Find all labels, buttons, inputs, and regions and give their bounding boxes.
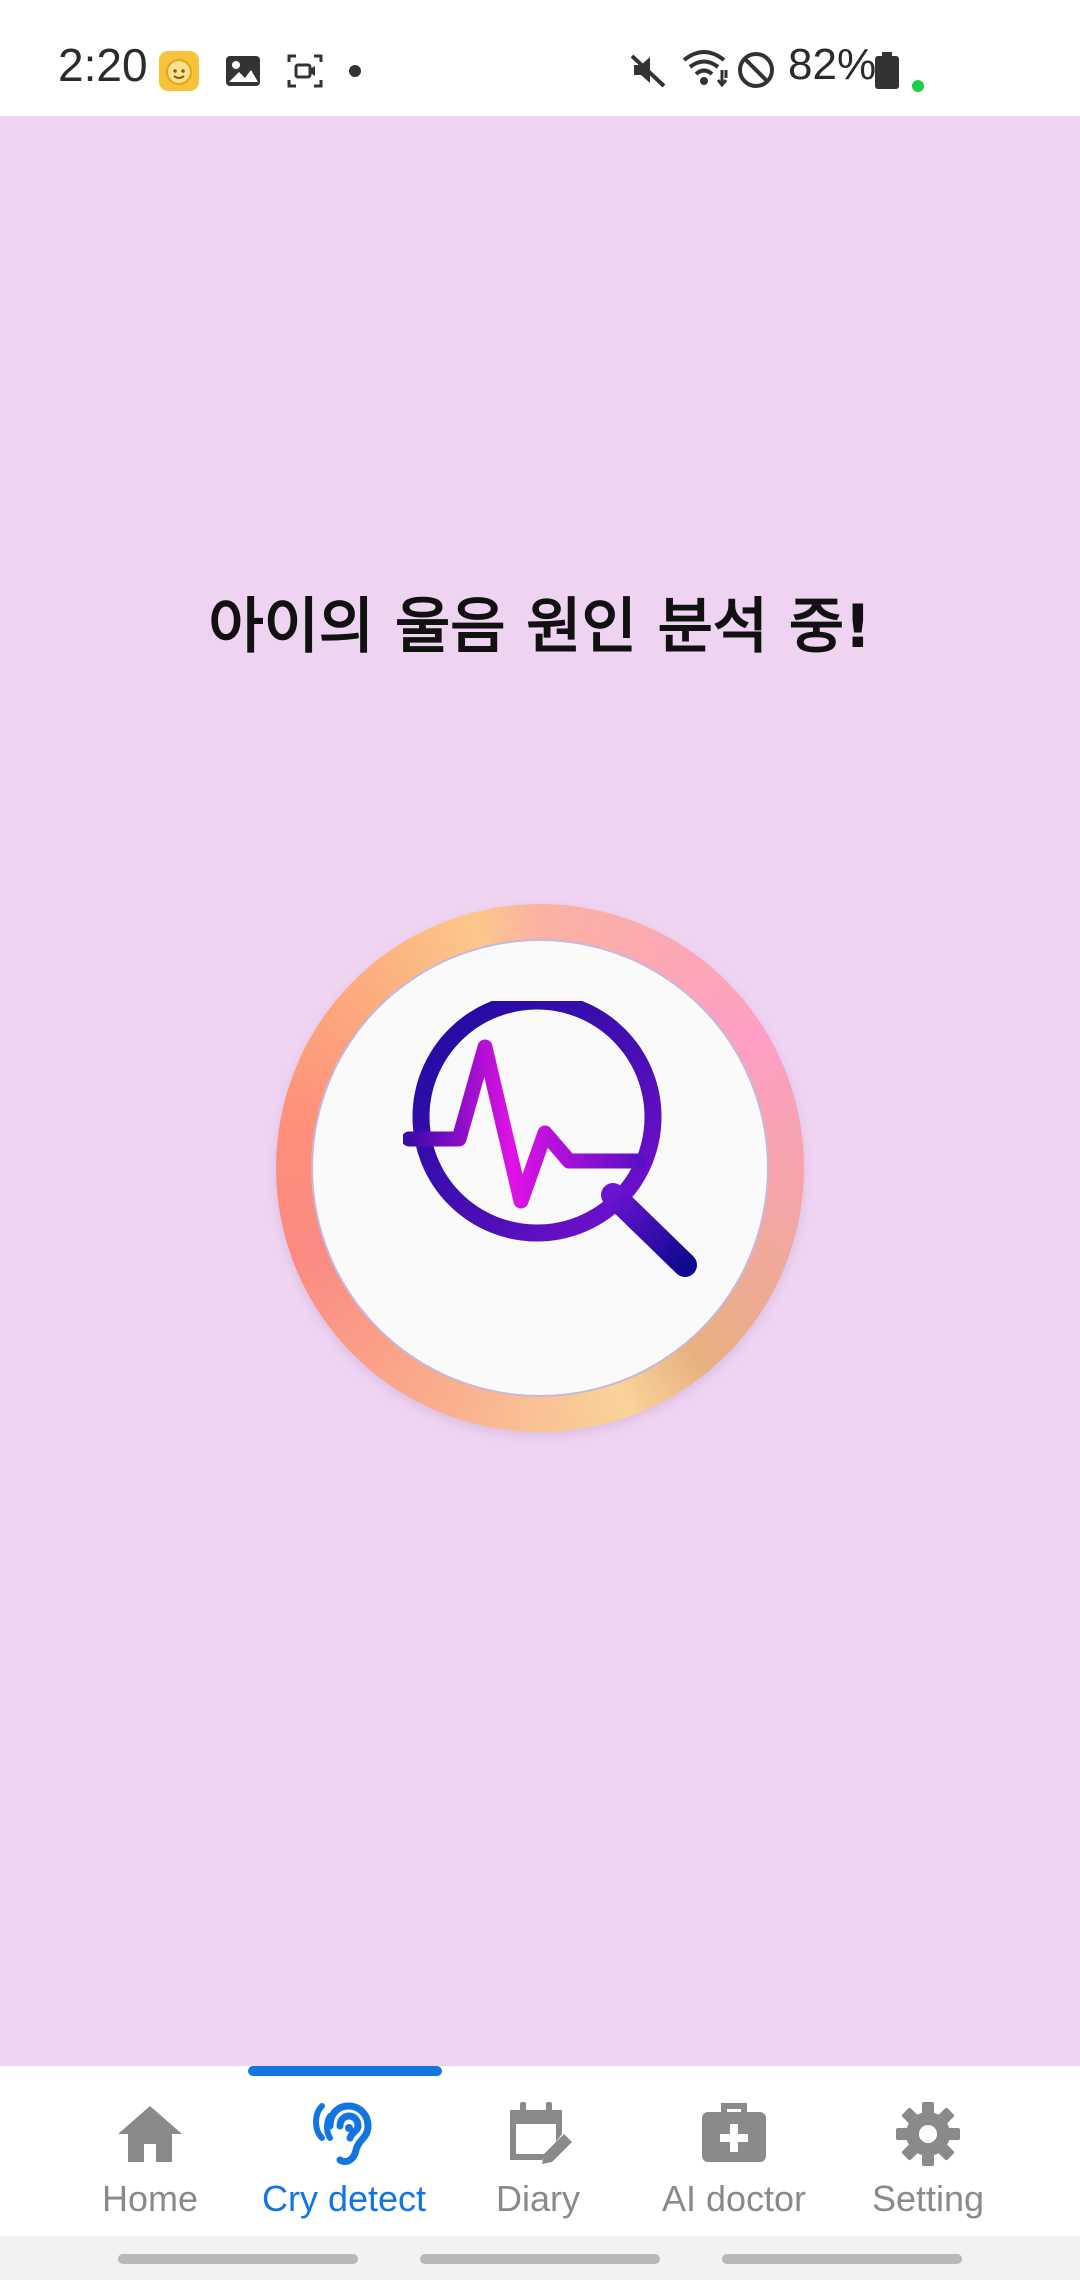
- nav-label-setting: Setting: [871, 2178, 985, 2219]
- mute-icon: [630, 54, 666, 88]
- dot-icon: [349, 65, 361, 77]
- status-bar: 2:20 82%: [0, 0, 1080, 116]
- wifi-icon: [682, 50, 728, 88]
- do-not-disturb-icon: [738, 52, 774, 88]
- nav-label-cry-detect: Cry detect: [261, 2178, 427, 2219]
- nav-label-ai-doctor: AI doctor: [661, 2178, 807, 2219]
- analysis-headline: 아이의 울음 원인 분석 중!: [208, 592, 872, 662]
- gesture-back[interactable]: [722, 2254, 962, 2264]
- calendar-edit-icon: [510, 2102, 572, 2164]
- gear-icon: [896, 2102, 960, 2166]
- home-icon: [118, 2106, 182, 2162]
- status-icons-left: [158, 50, 386, 92]
- battery-percent: 82%: [788, 40, 877, 89]
- search-pulse-icon: [403, 1001, 697, 1277]
- system-gesture-bar: [0, 2236, 1080, 2280]
- baby-app-icon: [159, 51, 199, 91]
- gallery-icon: [226, 56, 260, 86]
- status-time: 2:20: [58, 39, 148, 91]
- nav-item-cry-detect[interactable]: Cry detect: [246, 2098, 442, 2228]
- screen-record-icon: [287, 54, 323, 88]
- active-tab-indicator: [248, 2066, 442, 2076]
- gesture-recent-apps[interactable]: [118, 2254, 358, 2264]
- battery-icon: [875, 52, 899, 89]
- nav-item-diary[interactable]: Diary: [440, 2098, 636, 2228]
- nav-label-home: Home: [101, 2178, 199, 2219]
- bottom-navigation: Home Cry detect Diary AI doctor Setting: [0, 2066, 1080, 2236]
- analysis-icon-circle: [313, 941, 767, 1395]
- nav-item-home[interactable]: Home: [52, 2098, 248, 2228]
- charging-indicator: [912, 80, 924, 92]
- screen: 2:20 82% 아이의 울음 원인 분석 중! Home Cry detect…: [0, 0, 1080, 2280]
- nav-item-setting[interactable]: Setting: [830, 2098, 1026, 2228]
- nav-label-diary: Diary: [495, 2178, 580, 2219]
- analysis-progress-ring: [276, 904, 804, 1432]
- cry-analysis-screen: 아이의 울음 원인 분석 중!: [0, 116, 1080, 2066]
- ear-icon: [313, 2102, 372, 2166]
- medical-kit-icon: [702, 2103, 766, 2162]
- gesture-home[interactable]: [420, 2254, 660, 2264]
- nav-item-ai-doctor[interactable]: AI doctor: [636, 2098, 832, 2228]
